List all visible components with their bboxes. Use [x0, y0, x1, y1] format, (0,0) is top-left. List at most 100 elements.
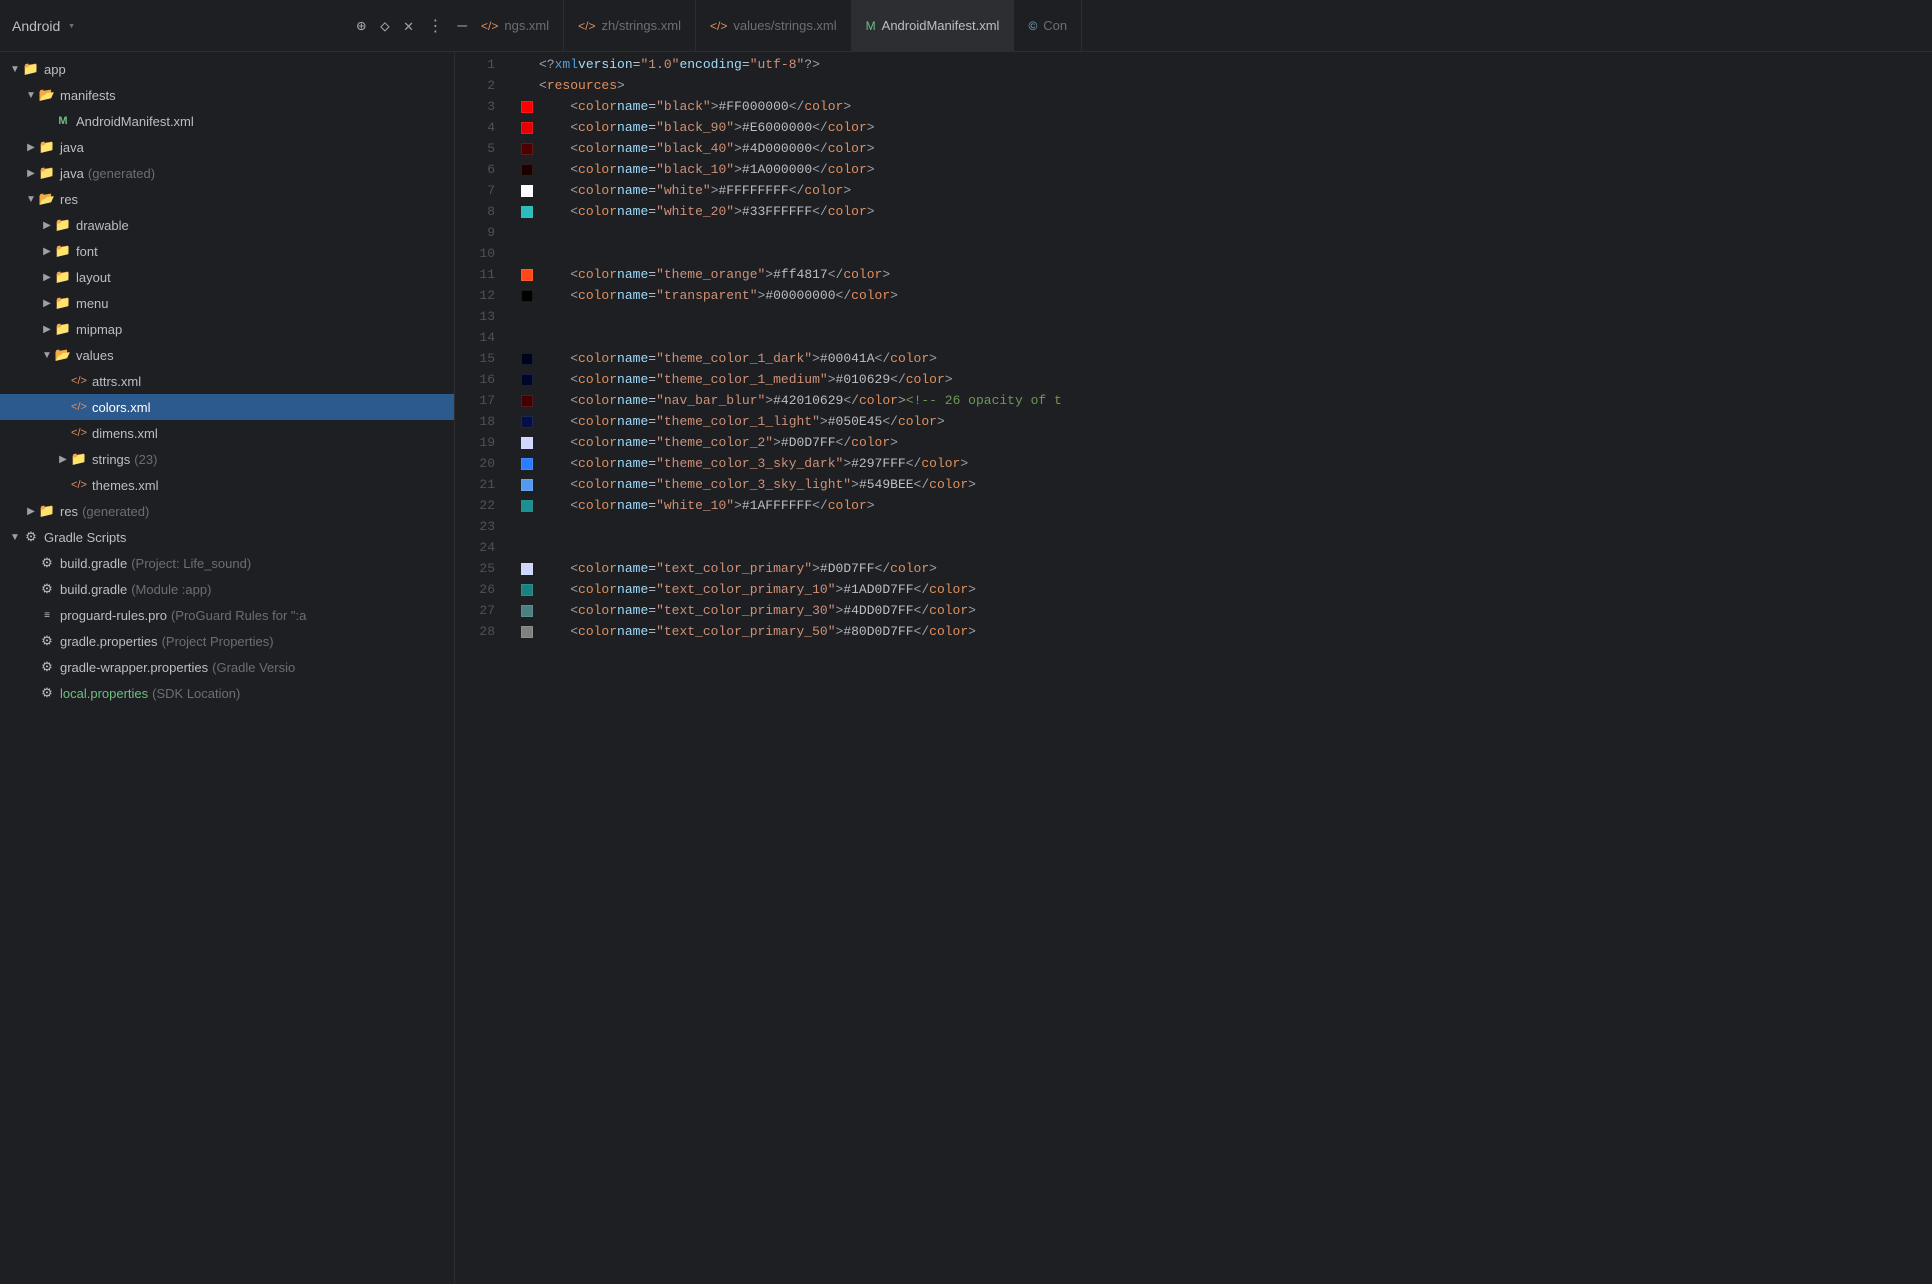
sidebar-item-strings[interactable]: 📁 strings (23) [0, 446, 454, 472]
sidebar-item-build-gradle-module[interactable]: ⚙ build.gradle (Module :app) [0, 576, 454, 602]
code-line-27: <color name="text_color_primary_30">#4DD… [521, 600, 1932, 621]
properties-icon: ⚙ [38, 633, 56, 649]
swatch-17 [521, 395, 533, 407]
code-line-11: <color name="theme_orange">#ff4817</colo… [521, 264, 1932, 285]
folder-icon-strings: 📁 [70, 451, 88, 467]
dropdown-chevron[interactable]: ▾ [68, 19, 75, 33]
arrow-mipmap [40, 322, 54, 336]
label-gradle-properties-muted: (Project Properties) [162, 634, 274, 649]
gradle-file-icon-2: ⚙ [38, 581, 56, 597]
add-icon[interactable]: ⊕ [356, 16, 366, 36]
code-line-24 [521, 537, 1932, 558]
tab-con[interactable]: © Con [1014, 0, 1082, 51]
code-line-20: <color name="theme_color_3_sky_dark">#29… [521, 453, 1932, 474]
label-res: res [60, 192, 78, 207]
sidebar-item-manifests[interactable]: 📂 manifests [0, 82, 454, 108]
code-line-9 [521, 222, 1932, 243]
label-manifests: manifests [60, 88, 116, 103]
label-proguard-muted: (ProGuard Rules for ":a [171, 608, 306, 623]
folder-icon-menu: 📁 [54, 295, 72, 311]
sidebar-item-attrs[interactable]: </> attrs.xml [0, 368, 454, 394]
title-icons: ⊕ ◇ ✕ ⋮ — [356, 16, 467, 36]
arrow-layout [40, 270, 54, 284]
tab-icon-xml: </> [481, 19, 498, 33]
sidebar-item-layout[interactable]: 📁 layout [0, 264, 454, 290]
arrow-app [8, 62, 22, 76]
close-icon[interactable]: ✕ [404, 16, 414, 36]
folder-icon-app: 📁 [22, 61, 40, 77]
more-icon[interactable]: ⋮ [427, 16, 443, 36]
sidebar-item-res-generated[interactable]: 📁 res (generated) [0, 498, 454, 524]
sidebar-item-mipmap[interactable]: 📁 mipmap [0, 316, 454, 342]
sidebar-item-local-properties[interactable]: ⚙ local.properties (SDK Location) [0, 680, 454, 706]
sidebar-item-app[interactable]: 📁 app [0, 56, 454, 82]
bookmark-icon[interactable]: ◇ [380, 16, 390, 36]
sidebar-item-java[interactable]: 📁 java [0, 134, 454, 160]
tab-label: Con [1043, 18, 1067, 33]
sidebar: 📁 app 📂 manifests M AndroidManifest.xml … [0, 52, 455, 1284]
editor-content: 12345 678910 1112131415 1617181920 21222… [455, 52, 1932, 1284]
code-line-26: <color name="text_color_primary_10">#1AD… [521, 579, 1932, 600]
sidebar-item-res[interactable]: 📂 res [0, 186, 454, 212]
tab-strings-xml[interactable]: </> ngs.xml [467, 0, 564, 51]
gradle-wrapper-icon: ⚙ [38, 659, 56, 675]
sidebar-item-java-generated[interactable]: 📁 java (generated) [0, 160, 454, 186]
label-build-gradle-module-muted: (Module :app) [131, 582, 211, 597]
code-line-14 [521, 327, 1932, 348]
sidebar-item-colors[interactable]: </> colors.xml [0, 394, 454, 420]
folder-icon-drawable: 📁 [54, 217, 72, 233]
sidebar-item-android-manifest[interactable]: M AndroidManifest.xml [0, 108, 454, 134]
minimize-icon[interactable]: — [457, 17, 467, 35]
swatch-placeholder-23 [521, 521, 533, 533]
swatch-placeholder-2 [521, 80, 533, 92]
code-area[interactable]: <?xml version="1.0" encoding="utf-8"?> <… [505, 52, 1932, 1284]
tab-android-manifest[interactable]: M AndroidManifest.xml [852, 0, 1015, 51]
xml-icon-themes: </> [70, 477, 88, 493]
code-line-15: <color name="theme_color_1_dark">#00041A… [521, 348, 1932, 369]
code-line-12: <color name="transparent">#00000000</col… [521, 285, 1932, 306]
sidebar-item-build-gradle-project[interactable]: ⚙ build.gradle (Project: Life_sound) [0, 550, 454, 576]
sidebar-item-values[interactable]: 📂 values [0, 342, 454, 368]
sidebar-item-dimens[interactable]: </> dimens.xml [0, 420, 454, 446]
label-values: values [76, 348, 114, 363]
sidebar-item-menu[interactable]: 📁 menu [0, 290, 454, 316]
code-line-8: <color name="white_20">#33FFFFFF</color> [521, 201, 1932, 222]
label-dimens: dimens.xml [92, 426, 158, 441]
sidebar-item-gradle-scripts[interactable]: ⚙ Gradle Scripts [0, 524, 454, 550]
swatch-placeholder-10 [521, 248, 533, 260]
code-line-23 [521, 516, 1932, 537]
code-line-17: <color name="nav_bar_blur">#42010629</co… [521, 390, 1932, 411]
code-line-19: <color name="theme_color_2">#D0D7FF</col… [521, 432, 1932, 453]
folder-icon-res-gen: 📁 [38, 503, 56, 519]
arrow-values [40, 348, 54, 362]
tab-values-strings[interactable]: </> values/strings.xml [696, 0, 852, 51]
badge-strings: (23) [134, 452, 157, 467]
line-numbers: 12345 678910 1112131415 1617181920 21222… [455, 52, 505, 1284]
manifest-icon: M [54, 113, 72, 129]
tab-icon-xml: </> [578, 19, 595, 33]
sidebar-item-proguard[interactable]: ≡ proguard-rules.pro (ProGuard Rules for… [0, 602, 454, 628]
sidebar-item-drawable[interactable]: 📁 drawable [0, 212, 454, 238]
sidebar-item-themes[interactable]: </> themes.xml [0, 472, 454, 498]
tab-label: zh/strings.xml [602, 18, 681, 33]
sidebar-item-gradle-wrapper[interactable]: ⚙ gradle-wrapper.properties (Gradle Vers… [0, 654, 454, 680]
main-content: 📁 app 📂 manifests M AndroidManifest.xml … [0, 52, 1932, 1284]
swatch-25 [521, 563, 533, 575]
xml-icon-colors: </> [70, 399, 88, 415]
tab-zh-strings[interactable]: </> zh/strings.xml [564, 0, 696, 51]
code-line-25: <color name="text_color_primary">#D0D7FF… [521, 558, 1932, 579]
label-attrs: attrs.xml [92, 374, 141, 389]
folder-icon-manifests: 📂 [38, 87, 56, 103]
editor[interactable]: 12345 678910 1112131415 1617181920 21222… [455, 52, 1932, 1284]
title-bar: Android ▾ ⊕ ◇ ✕ ⋮ — </> ngs.xml </> zh/s… [0, 0, 1932, 52]
folder-icon-res: 📂 [38, 191, 56, 207]
local-properties-icon: ⚙ [38, 685, 56, 701]
swatch-21 [521, 479, 533, 491]
swatch-3 [521, 101, 533, 113]
sidebar-item-font[interactable]: 📁 font [0, 238, 454, 264]
swatch-8 [521, 206, 533, 218]
sidebar-item-gradle-properties[interactable]: ⚙ gradle.properties (Project Properties) [0, 628, 454, 654]
code-line-3: <color name="black">#FF000000</color> [521, 96, 1932, 117]
swatch-placeholder-9 [521, 227, 533, 239]
label-local-properties-muted: (SDK Location) [152, 686, 240, 701]
